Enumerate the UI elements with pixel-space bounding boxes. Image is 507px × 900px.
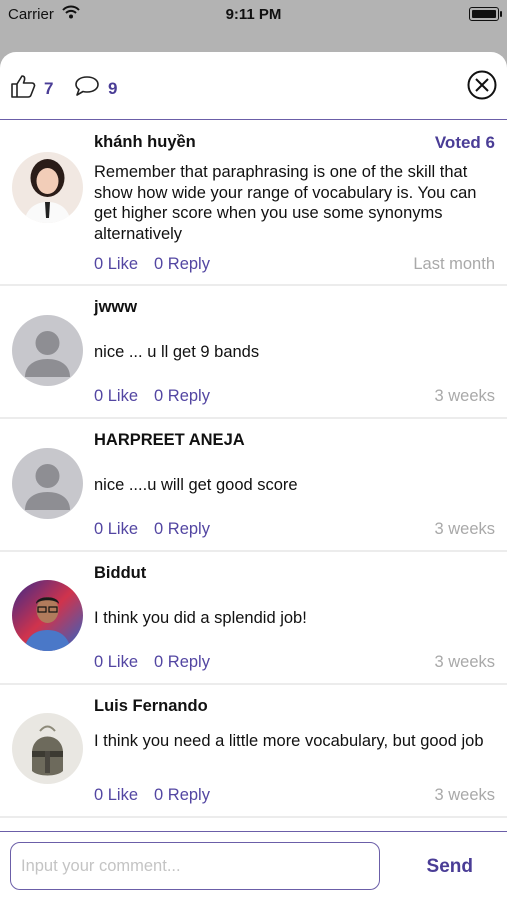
avatar[interactable] <box>12 315 83 386</box>
like-button[interactable]: 0 Like <box>94 255 138 273</box>
comment-time: 3 weeks <box>434 653 495 671</box>
comment-item: Luis Fernando I think you need a little … <box>0 685 507 818</box>
comment-item: Biddut I think you did a splendid job! 0… <box>0 552 507 685</box>
like-button[interactable]: 0 Like <box>94 653 138 671</box>
comment-item: HARPREET ANEJA nice ....u will get good … <box>0 419 507 552</box>
reply-button[interactable]: 0 Reply <box>154 387 210 405</box>
commenter-name[interactable]: Luis Fernando <box>94 697 208 716</box>
comment-time: 3 weeks <box>434 786 495 804</box>
comment-actions: 0 Like 0 Reply <box>94 255 226 274</box>
comment-item: khánh huyền Voted 6 Remember that paraph… <box>0 121 507 286</box>
comment-text: I think you need a little more vocabular… <box>94 732 484 750</box>
comment-time: 3 weeks <box>434 387 495 405</box>
comment-text: nice ....u will get good score <box>94 476 298 494</box>
battery-icon <box>469 7 502 21</box>
like-button[interactable]: 0 Like <box>94 387 138 405</box>
avatar[interactable] <box>12 580 83 651</box>
send-button[interactable]: Send <box>427 856 473 878</box>
comment-actions: 0 Like 0 Reply <box>94 786 226 805</box>
likes-count: 7 <box>44 78 54 98</box>
status-bar: Carrier 9:11 PM <box>0 0 507 28</box>
comment-actions: 0 Like 0 Reply <box>94 520 226 539</box>
comment-text: Remember that paraphrasing is one of the… <box>94 163 477 243</box>
default-user-icon <box>12 315 83 386</box>
reply-button[interactable]: 0 Reply <box>154 255 210 273</box>
comment-time: 3 weeks <box>434 520 495 538</box>
avatar[interactable] <box>12 448 83 519</box>
close-button[interactable] <box>467 70 497 100</box>
commenter-name[interactable]: jwww <box>94 298 137 317</box>
comments-sheet: 7 9 khánh huyền Voted 6 Remember that pa… <box>0 52 507 900</box>
commenter-name[interactable]: khánh huyền <box>94 133 196 152</box>
commenter-name[interactable]: HARPREET ANEJA <box>94 431 245 450</box>
reply-button[interactable]: 0 Reply <box>154 786 210 804</box>
comment-actions: 0 Like 0 Reply <box>94 653 226 672</box>
voted-badge: Voted 6 <box>434 133 495 152</box>
comment-time: Last month <box>413 255 495 273</box>
default-user-icon <box>12 448 83 519</box>
likes-stat[interactable]: 7 <box>10 74 53 103</box>
comments-stat[interactable]: 9 <box>74 74 117 103</box>
comment-actions: 0 Like 0 Reply <box>94 387 226 406</box>
avatar[interactable] <box>12 713 83 784</box>
clock-time: 9:11 PM <box>225 6 282 23</box>
comment-item: jwww nice ... u ll get 9 bands 0 Like 0 R… <box>0 286 507 419</box>
comments-count: 9 <box>108 78 118 98</box>
comment-text: I think you did a splendid job! <box>94 609 307 627</box>
close-icon <box>467 70 497 100</box>
thumbs-up-icon[interactable] <box>10 74 36 103</box>
speech-bubble-icon[interactable] <box>74 74 100 103</box>
reply-button[interactable]: 0 Reply <box>154 520 210 538</box>
like-button[interactable]: 0 Like <box>94 520 138 538</box>
commenter-name[interactable]: Biddut <box>94 564 146 583</box>
sheet-header: 7 9 <box>0 52 507 120</box>
comment-composer: Send <box>0 831 507 900</box>
comment-list: khánh huyền Voted 6 Remember that paraph… <box>0 121 507 818</box>
like-button[interactable]: 0 Like <box>94 786 138 804</box>
avatar[interactable] <box>12 152 83 223</box>
comment-text: nice ... u ll get 9 bands <box>94 343 260 361</box>
reply-button[interactable]: 0 Reply <box>154 653 210 671</box>
comment-input[interactable] <box>10 842 380 890</box>
